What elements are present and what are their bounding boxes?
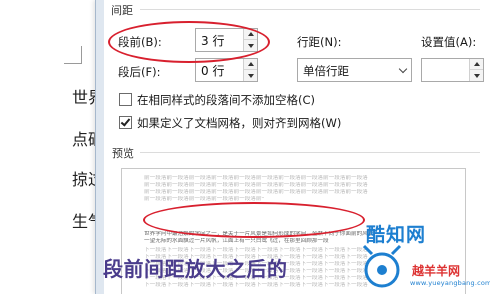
snap-to-grid-label[interactable]: 如果定义了文档网格，则对齐到网格(W)	[137, 115, 341, 131]
no-space-same-style-checkbox[interactable]	[119, 93, 132, 106]
annotation-caption: 段前间距放大之后的	[103, 257, 288, 281]
checkmark-icon	[120, 116, 131, 127]
spinner-arrows	[243, 59, 257, 81]
setting-value-spinner[interactable]	[421, 58, 484, 82]
spin-up-icon[interactable]	[470, 59, 483, 70]
no-space-same-style-label[interactable]: 在相同样式的段落间不添加空格(C)	[137, 92, 315, 108]
spacing-after-label: 段后(F):	[118, 65, 161, 79]
watermark-logo-icon	[362, 244, 402, 288]
watermark-site-name: 越羊羊网	[412, 264, 461, 278]
spacing-section-title: 间距	[111, 4, 133, 17]
preview-section-title: 预览	[112, 147, 134, 160]
margin-corner-mark	[64, 46, 82, 64]
preview-prev-line: 前一段落前一段落前一段落前一段落前一段落前一段落前一段落前一段落前一段落前一段落	[144, 182, 368, 188]
preview-prev-line: 前一段落前一段落前一段落前一段落前一段落前一段落前一段落前一段落前一段落前一段落	[144, 175, 368, 181]
highlight-oval-preview	[143, 202, 365, 238]
highlight-oval-before	[108, 21, 270, 63]
line-spacing-select[interactable]: 单倍行距	[297, 58, 412, 82]
preview-prev-line: 前一段落前一段落前一段落前一段落前一段落前一段落前一段落前一段落前一段落前一段落	[144, 189, 368, 195]
setting-value-label: 设置值(A):	[421, 35, 477, 49]
snap-to-grid-checkbox[interactable]	[119, 116, 132, 129]
line-spacing-value: 单倍行距	[303, 64, 349, 78]
chevron-down-icon[interactable]	[395, 59, 411, 81]
spin-down-icon[interactable]	[244, 70, 257, 81]
spin-up-icon[interactable]	[244, 59, 257, 70]
watermark-url: www.yueyangbang.com	[410, 279, 490, 287]
line-spacing-label: 行距(N):	[297, 35, 342, 49]
section-divider	[140, 9, 480, 10]
section-divider	[140, 152, 480, 153]
dialog-border-strip	[96, 0, 104, 294]
spinner-arrows	[469, 59, 483, 81]
spin-down-icon[interactable]	[470, 70, 483, 81]
spacing-after-value[interactable]: 0 行	[201, 62, 224, 79]
